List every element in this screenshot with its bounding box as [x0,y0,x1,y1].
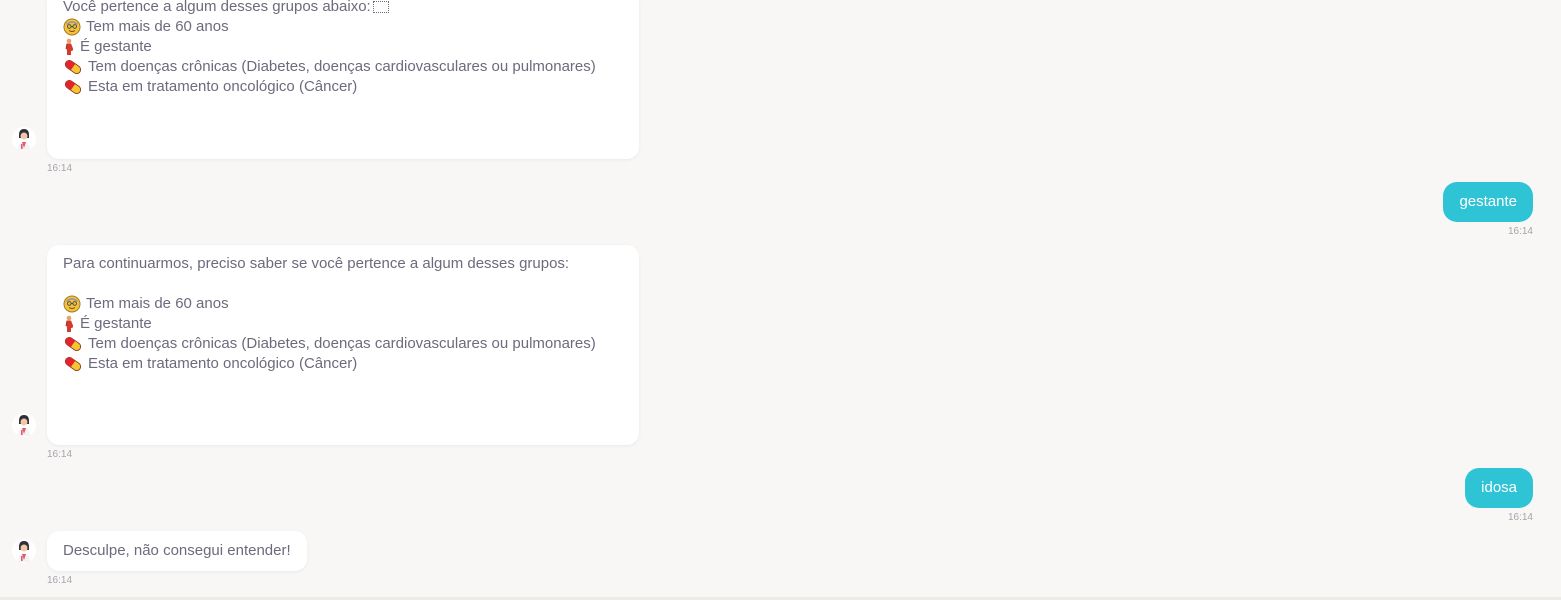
bot-message: Para continuarmos, preciso saber se você… [47,245,639,445]
list-item: Tem mais de 60 anos [63,294,623,314]
bot-message: Desculpe, não consegui entender! [47,531,307,571]
message-text: Você pertence a algum desses grupos abai… [63,0,623,17]
user-message: gestante [1443,182,1533,222]
list-item: Tem doenças crônicas (Diabetes, doenças … [63,57,623,77]
list-item: É gestante [63,37,623,57]
pill-icon [63,355,83,373]
list-item: Tem doenças crônicas (Diabetes, doenças … [63,334,623,354]
pregnant-woman-icon [63,38,75,56]
message-timestamp: 16:14 [47,449,73,460]
chat-conversation: Você pertence a algum desses grupos abai… [0,0,1561,600]
pill-icon [63,78,83,96]
message-timestamp: 16:14 [1507,226,1533,237]
message-timestamp: 16:14 [47,575,73,586]
bot-message: Você pertence a algum desses grupos abai… [47,0,639,159]
older-person-icon [63,18,81,36]
message-text: Para continuarmos, preciso saber se você… [63,255,570,272]
message-timestamp: 16:14 [1507,512,1533,523]
pill-icon [63,58,83,76]
list-item: É gestante [63,314,623,334]
unknown-glyph-icon [372,1,389,13]
older-person-icon [63,295,81,313]
bot-avatar [12,126,36,152]
list-item: Esta em tratamento oncológico (Câncer) [63,354,623,374]
bot-avatar [12,412,36,438]
pregnant-woman-icon [63,315,75,333]
pill-icon [63,335,83,353]
list-item: Esta em tratamento oncológico (Câncer) [63,77,623,97]
message-timestamp: 16:14 [47,163,73,174]
message-text: Desculpe, não consegui entender! [63,542,291,559]
user-message: idosa [1465,468,1533,508]
list-item: Tem mais de 60 anos [63,17,623,37]
bot-avatar [12,538,36,564]
